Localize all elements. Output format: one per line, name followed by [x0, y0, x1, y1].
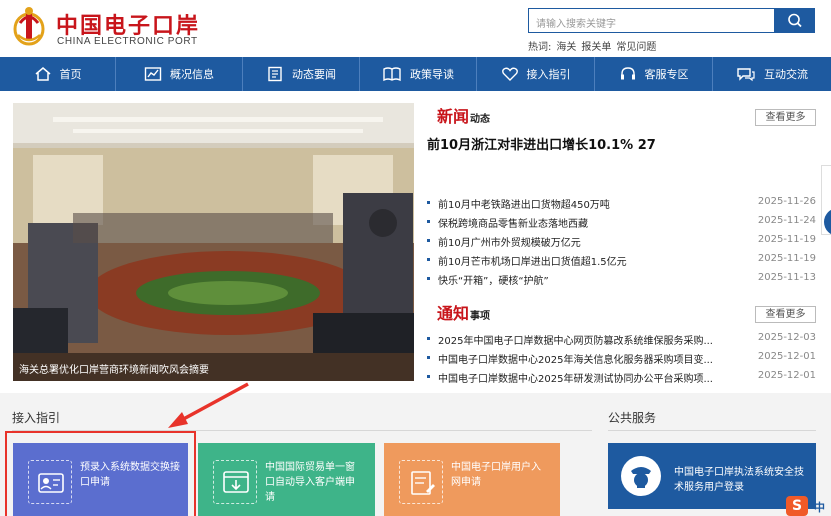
news-item-date: 2025-11-24 — [757, 215, 816, 226]
main-nav: 首页 概况信息 动态要闻 政策导读 接入指引 客服专区 互动交流 — [0, 57, 831, 91]
ime-language-toggle[interactable]: 中 — [814, 499, 825, 515]
access-card-label: 中国国际贸易单一窗口自动导入客户端申请 — [265, 462, 355, 503]
nav-label: 互动交流 — [764, 68, 808, 81]
bullet-icon — [427, 356, 430, 359]
document-icon — [268, 66, 282, 82]
highlight-box — [5, 431, 196, 516]
search-input[interactable]: 请输入搜索关键字 — [528, 8, 775, 33]
notice-list-item[interactable]: 2025年中国电子口岸数据中心网页防篡改系统维保服务采购... 2025-12-0… — [427, 330, 816, 349]
notice-section-header: 通知事项 查看更多 — [427, 303, 816, 325]
bullet-icon — [427, 258, 430, 261]
news-item-date: 2025-11-19 — [757, 234, 816, 245]
nav-label: 动态要闻 — [292, 68, 336, 81]
news-list-item[interactable]: 快乐“开箱”，硬核“护航” 2025-11-13 — [427, 270, 816, 289]
nav-item-policy[interactable]: 政策导读 — [359, 57, 476, 91]
ime-logo[interactable]: S — [786, 496, 808, 516]
access-guide-label: 接入指引 — [12, 411, 61, 425]
nav-label: 接入指引 — [526, 68, 571, 81]
notice-item-date: 2025-12-03 — [757, 332, 816, 343]
news-item-date: 2025-11-26 — [757, 196, 816, 207]
news-list-item[interactable]: 保税跨境商品零售新业态落地西藏 2025-11-24 — [427, 213, 816, 232]
hot-word-link[interactable]: 海关 — [556, 42, 576, 53]
news-list-item[interactable]: 前10月中老铁路进出口货物超450万吨 2025-11-26 — [427, 194, 816, 213]
signup-form-icon — [399, 460, 443, 504]
officer-badge-icon — [621, 456, 661, 496]
news-list-item[interactable]: 前10月芒市机场口岸进出口货值超1.5亿元 2025-11-19 — [427, 251, 816, 270]
nav-label: 概况信息 — [170, 68, 214, 81]
notice-section-title: 通知事项 — [437, 300, 490, 324]
news-item-title: 保税跨境商品零售新业态落地西藏 — [438, 219, 588, 230]
nav-item-interaction[interactable]: 互动交流 — [712, 57, 831, 91]
customs-emblem-logo[interactable] — [12, 5, 46, 47]
public-service-label-text: 中国电子口岸执法系统安全技术服务用户登录 — [674, 467, 804, 493]
site-header: 中国电子口岸 CHINA ELECTRONIC PORT 请输入搜索关键字 热词… — [0, 0, 831, 57]
bullet-icon — [427, 201, 430, 204]
news-item-title: 快乐“开箱”，硬核“护航” — [438, 276, 549, 287]
access-card-single-window[interactable]: 中国国际贸易单一窗口自动导入客户端申请 — [198, 443, 375, 516]
bullet-icon — [427, 375, 430, 378]
nav-label: 政策导读 — [410, 68, 454, 81]
access-card-label: 中国电子口岸用户入网申请 — [451, 462, 541, 488]
news-item-date: 2025-11-19 — [757, 253, 816, 264]
meeting-room-photo — [13, 103, 414, 381]
bullet-icon — [427, 220, 430, 223]
hot-word-link[interactable]: 常见问题 — [616, 42, 656, 53]
divider — [608, 430, 816, 431]
site-subtitle: CHINA ELECTRONIC PORT — [57, 36, 198, 47]
public-service-label: 公共服务 — [608, 411, 657, 425]
search-icon — [788, 13, 802, 28]
banner-caption[interactable]: 海关总署优化口岸营商环境新闻吹风会摘要 — [13, 353, 414, 381]
news-list: 前10月中老铁路进出口货物超450万吨 2025-11-26 保税跨境商品零售新业… — [427, 194, 816, 289]
nav-item-overview[interactable]: 概况信息 — [115, 57, 242, 91]
nav-item-customer-service[interactable]: 客服专区 — [594, 57, 712, 91]
notice-list: 2025年中国电子口岸数据中心网页防篡改系统维保服务采购... 2025-12-0… — [427, 330, 816, 387]
public-service-login-card[interactable]: 中国电子口岸执法系统安全技术服务用户登录 — [608, 443, 816, 509]
notice-item-title: 中国电子口岸数据中心2025年研发测试协同办公平台采购项... — [438, 374, 713, 385]
heart-icon — [501, 67, 518, 81]
notice-item-date: 2025-12-01 — [757, 370, 816, 381]
notice-item-title: 中国电子口岸数据中心2025年海关信息化服务器采购项目变... — [438, 355, 713, 366]
news-item-title: 前10月芒市机场口岸进出口货值超1.5亿元 — [438, 257, 627, 268]
news-section-title: 新闻动态 — [437, 103, 490, 127]
search-button[interactable] — [775, 8, 815, 33]
nav-label: 客服专区 — [644, 68, 689, 81]
news-headline[interactable]: 前10月浙江对非进出口增长10.1% 27 — [427, 134, 656, 153]
news-item-date: 2025-11-13 — [757, 272, 816, 283]
chat-icon — [737, 68, 755, 82]
hot-words-label: 热词: — [528, 42, 552, 53]
bullet-icon — [427, 337, 430, 340]
chart-icon — [144, 67, 162, 81]
notice-item-date: 2025-12-01 — [757, 351, 816, 362]
hot-words: 热词: 海关 报关单 常见问题 — [528, 38, 661, 53]
news-item-title: 前10月广州市外贸规模破万亿元 — [438, 238, 581, 249]
book-icon — [383, 67, 401, 82]
nav-label: 首页 — [59, 68, 82, 81]
hot-word-link[interactable]: 报关单 — [581, 42, 611, 53]
download-window-icon — [213, 460, 257, 504]
notice-title-big: 通知 — [437, 304, 470, 323]
nav-item-access-guide[interactable]: 接入指引 — [476, 57, 594, 91]
news-title-big: 新闻 — [437, 107, 470, 126]
nav-item-news[interactable]: 动态要闻 — [242, 57, 359, 91]
news-more-button[interactable]: 查看更多 — [755, 109, 816, 126]
news-list-item[interactable]: 前10月广州市外贸规模破万亿元 2025-11-19 — [427, 232, 816, 251]
news-title-small: 动态 — [470, 114, 491, 125]
news-section-header: 新闻动态 查看更多 — [427, 106, 816, 128]
news-banner-carousel[interactable]: 海关总署优化口岸营商环境新闻吹风会摘要 — [13, 103, 414, 381]
news-item-title: 前10月中老铁路进出口货物超450万吨 — [438, 200, 610, 211]
notice-more-button[interactable]: 查看更多 — [755, 306, 816, 323]
notice-title-small: 事项 — [470, 311, 491, 322]
bullet-icon — [427, 239, 430, 242]
access-card-user-signup[interactable]: 中国电子口岸用户入网申请 — [384, 443, 560, 516]
nav-item-home[interactable]: 首页 — [0, 57, 115, 91]
notice-list-item[interactable]: 中国电子口岸数据中心2025年研发测试协同办公平台采购项... 2025-12-0… — [427, 368, 816, 387]
home-icon — [35, 67, 50, 81]
bullet-icon — [427, 277, 430, 280]
notice-list-item[interactable]: 中国电子口岸数据中心2025年海关信息化服务器采购项目变... 2025-12-0… — [427, 349, 816, 368]
notice-item-title: 2025年中国电子口岸数据中心网页防篡改系统维保服务采购... — [438, 336, 713, 347]
page: 中国电子口岸 CHINA ELECTRONIC PORT 请输入搜索关键字 热词… — [0, 0, 831, 516]
headset-icon — [620, 67, 635, 80]
annotation-arrow — [168, 382, 249, 428]
